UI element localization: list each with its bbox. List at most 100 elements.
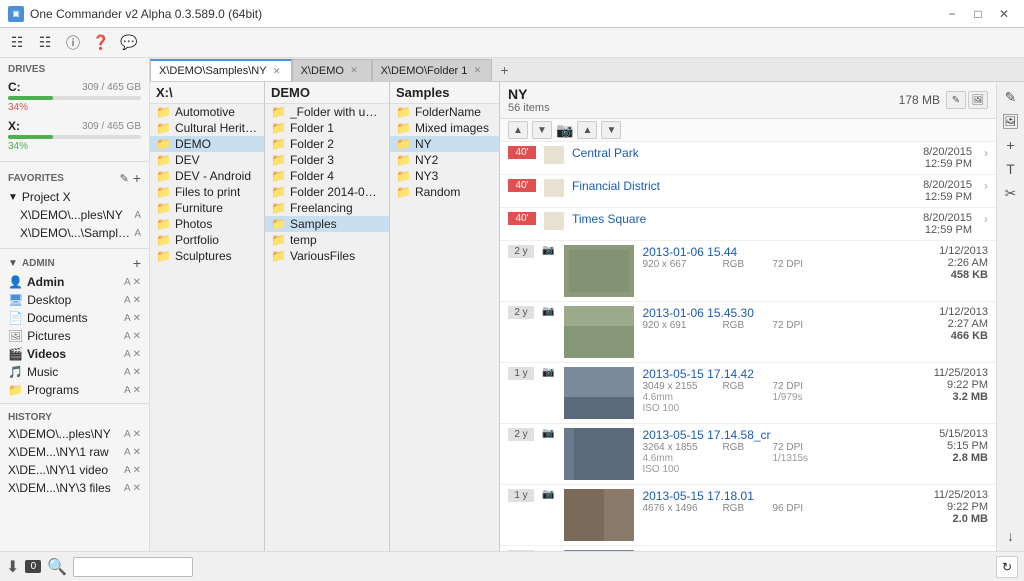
- bottom-bar: ⬇ 0 🔍 ↻: [0, 551, 1024, 581]
- image-row-2013-05-16[interactable]: 2 y 📷 2013-05-16 14.02.12_cr 3264 x 1874…: [500, 546, 996, 551]
- pane-item-demo[interactable]: 📁DEMO: [150, 136, 264, 152]
- arrow-down-tool-button[interactable]: ↓: [1000, 525, 1022, 547]
- pane-item-freelancing[interactable]: 📁Freelancing: [265, 200, 389, 216]
- pane-root-header: X:\: [150, 82, 264, 104]
- admin-item-programs[interactable]: 📁 Programs A ✕: [0, 381, 149, 399]
- tab-ny[interactable]: X\DEMO\Samples\NY ✕: [150, 59, 292, 81]
- grid-view-button[interactable]: ☷: [4, 31, 30, 55]
- pane-item-variousfiles[interactable]: 📁VariousFiles: [265, 248, 389, 264]
- pane-item-ny[interactable]: 📁NY: [390, 136, 499, 152]
- folder-icon: 📁: [271, 185, 286, 199]
- history-item-2[interactable]: X\DEM...\NY\1 raw A✕: [0, 443, 149, 461]
- edit-favorites-icon[interactable]: ✎: [120, 172, 129, 185]
- refresh-button[interactable]: ↻: [996, 556, 1018, 578]
- pane-item-furniture[interactable]: 📁Furniture: [150, 200, 264, 216]
- image-tool-button[interactable]: 🖼: [1000, 110, 1022, 132]
- image-row-financial[interactable]: 40' Financial District 8/20/2015 12:59 P…: [500, 175, 996, 208]
- close-button[interactable]: ✕: [992, 4, 1016, 24]
- image-row-2013-05-15c[interactable]: 1 y 📷 2013-05-15 17.18.01 4676 x 1496 RG…: [500, 485, 996, 546]
- pane-item-files-to-print[interactable]: 📁Files to print: [150, 184, 264, 200]
- image-row-2013-01-06b[interactable]: 2 y 📷 2013-01-06 15.45.30 920 x 691 RGB …: [500, 302, 996, 363]
- history-item-3[interactable]: X\DE...\NY\1 video A✕: [0, 461, 149, 479]
- pane-item-folder4[interactable]: 📁Folder 4: [265, 168, 389, 184]
- pane-item-dev[interactable]: 📁DEV: [150, 152, 264, 168]
- search-input[interactable]: [73, 557, 193, 577]
- pane-item-random[interactable]: 📁Random: [390, 184, 499, 200]
- history-item-4[interactable]: X\DEM...\NY\3 files A✕: [0, 479, 149, 497]
- view-toggle-button[interactable]: ✎: [946, 91, 966, 109]
- pane-item-photos[interactable]: 📁Photos: [150, 216, 264, 232]
- divider-2: [0, 248, 149, 249]
- search-icon[interactable]: 🔍: [47, 557, 67, 577]
- videos-icon: 🎬: [8, 347, 23, 361]
- image-row-central[interactable]: 40' Central Park 8/20/2015 12:59 PM ›: [500, 142, 996, 175]
- add-tab-button[interactable]: +: [492, 59, 516, 81]
- favorite-ny[interactable]: X\DEMO\...ples\NY A: [0, 206, 149, 224]
- help-button[interactable]: ❓: [88, 31, 114, 55]
- image-row-times[interactable]: 40' Times Square 8/20/2015 12:59 PM ›: [500, 208, 996, 241]
- download-icon[interactable]: ⬇: [6, 557, 19, 577]
- admin-section: ▼ Admin + 👤 Admin A ✕ 🖥 Desktop A ✕: [0, 251, 149, 401]
- pane-item-automotive[interactable]: 📁Automotive: [150, 104, 264, 120]
- text-tool-button[interactable]: T: [1000, 158, 1022, 180]
- image-row-2013-01-06a[interactable]: 2 y 📷 2013-01-06 15.44 920 x 667 RGB 72 …: [500, 241, 996, 302]
- pane-item-samples[interactable]: 📁Samples: [265, 216, 389, 232]
- tab-close-demo[interactable]: ✕: [348, 65, 360, 77]
- pane-item-cultural[interactable]: 📁Cultural Heritage: [150, 120, 264, 136]
- pane-root-content: 📁Automotive 📁Cultural Heritage 📁DEMO 📁DE…: [150, 104, 264, 551]
- sort-desc-button[interactable]: ▼: [601, 121, 621, 139]
- pane-item-sculptures[interactable]: 📁Sculptures: [150, 248, 264, 264]
- admin-item-admin[interactable]: 👤 Admin A ✕: [0, 273, 149, 291]
- documents-icon: 📄: [8, 311, 23, 325]
- pictures-icon: 🖼: [8, 329, 23, 343]
- pane-item-folder2[interactable]: 📁Folder 2: [265, 136, 389, 152]
- maximize-button[interactable]: □: [966, 4, 990, 24]
- add-admin-icon[interactable]: +: [133, 255, 141, 271]
- admin-item-music[interactable]: 🎵 Music A ✕: [0, 363, 149, 381]
- age-badge: 2 y: [508, 428, 534, 441]
- favorite-project-x[interactable]: ▼ Project X: [0, 188, 149, 206]
- pane-item-portfolio[interactable]: 📁Portfolio: [150, 232, 264, 248]
- right-sidebar: ✎ 🖼 + T ✂ ↓: [996, 82, 1024, 551]
- folder-icon: 📁: [271, 137, 286, 151]
- pane-item-temp[interactable]: 📁temp: [265, 232, 389, 248]
- info-button[interactable]: ⓘ: [60, 31, 86, 55]
- sort-down-button[interactable]: ▼: [532, 121, 552, 139]
- drive-x[interactable]: X: 309 / 465 GB 34%: [0, 116, 149, 155]
- tab-folder1[interactable]: X\DEMO\Folder 1 ✕: [372, 59, 493, 81]
- preview-button[interactable]: 🖼: [968, 91, 988, 109]
- favorite-samples[interactable]: X\DEMO\...\Samples A: [0, 224, 149, 242]
- tab-close-folder1[interactable]: ✕: [471, 65, 483, 77]
- pane-item-folder2014[interactable]: 📁Folder 2014-07-15: [265, 184, 389, 200]
- tab-close-ny[interactable]: ✕: [271, 65, 283, 77]
- admin-item-pictures[interactable]: 🖼 Pictures A ✕: [0, 327, 149, 345]
- drive-c[interactable]: C: 309 / 465 GB 34%: [0, 77, 149, 116]
- pane-item-folder3[interactable]: 📁Folder 3: [265, 152, 389, 168]
- pane-item-ny2[interactable]: 📁NY2: [390, 152, 499, 168]
- pane-item-mixed[interactable]: 📁Mixed images: [390, 120, 499, 136]
- admin-item-documents[interactable]: 📄 Documents A ✕: [0, 309, 149, 327]
- pane-samples-content: 📁FolderName 📁Mixed images 📁NY 📁NY2 📁NY3 …: [390, 104, 499, 551]
- image-row-2013-05-15a[interactable]: 1 y 📷 2013-05-15 17.14.42 3049 x 2155 RG…: [500, 363, 996, 424]
- sort-up-button[interactable]: ▲: [508, 121, 528, 139]
- admin-item-videos[interactable]: 🎬 Videos A ✕: [0, 345, 149, 363]
- admin-item-desktop[interactable]: 🖥 Desktop A ✕: [0, 291, 149, 309]
- history-item-1[interactable]: X\DEMO\...ples\NY A✕: [0, 425, 149, 443]
- edit-tool-button[interactable]: ✎: [1000, 86, 1022, 108]
- pane-item-folder1[interactable]: 📁Folder 1: [265, 120, 389, 136]
- image-row-2013-05-15b[interactable]: 2 y 📷 2013-05-15 17.14.58_cr 3264 x 1855…: [500, 424, 996, 485]
- add-favorite-icon[interactable]: +: [133, 170, 141, 186]
- chat-button[interactable]: 💬: [116, 31, 142, 55]
- scissors-tool-button[interactable]: ✂: [1000, 182, 1022, 204]
- pane-demo-header: DEMO: [265, 82, 389, 104]
- tab-demo[interactable]: X\DEMO ✕: [292, 59, 372, 81]
- sort-asc-button[interactable]: ▲: [577, 121, 597, 139]
- pane-item-ny3[interactable]: 📁NY3: [390, 168, 499, 184]
- pane-item-dev-android[interactable]: 📁DEV - Android: [150, 168, 264, 184]
- pane-item-folder-unde[interactable]: 📁_Folder with unde: [265, 104, 389, 120]
- columns-view-button[interactable]: ☷: [32, 31, 58, 55]
- minimize-button[interactable]: −: [940, 4, 964, 24]
- add-tool-button[interactable]: +: [1000, 134, 1022, 156]
- pane-item-foldername[interactable]: 📁FolderName: [390, 104, 499, 120]
- folder-icon: 📁: [271, 233, 286, 247]
